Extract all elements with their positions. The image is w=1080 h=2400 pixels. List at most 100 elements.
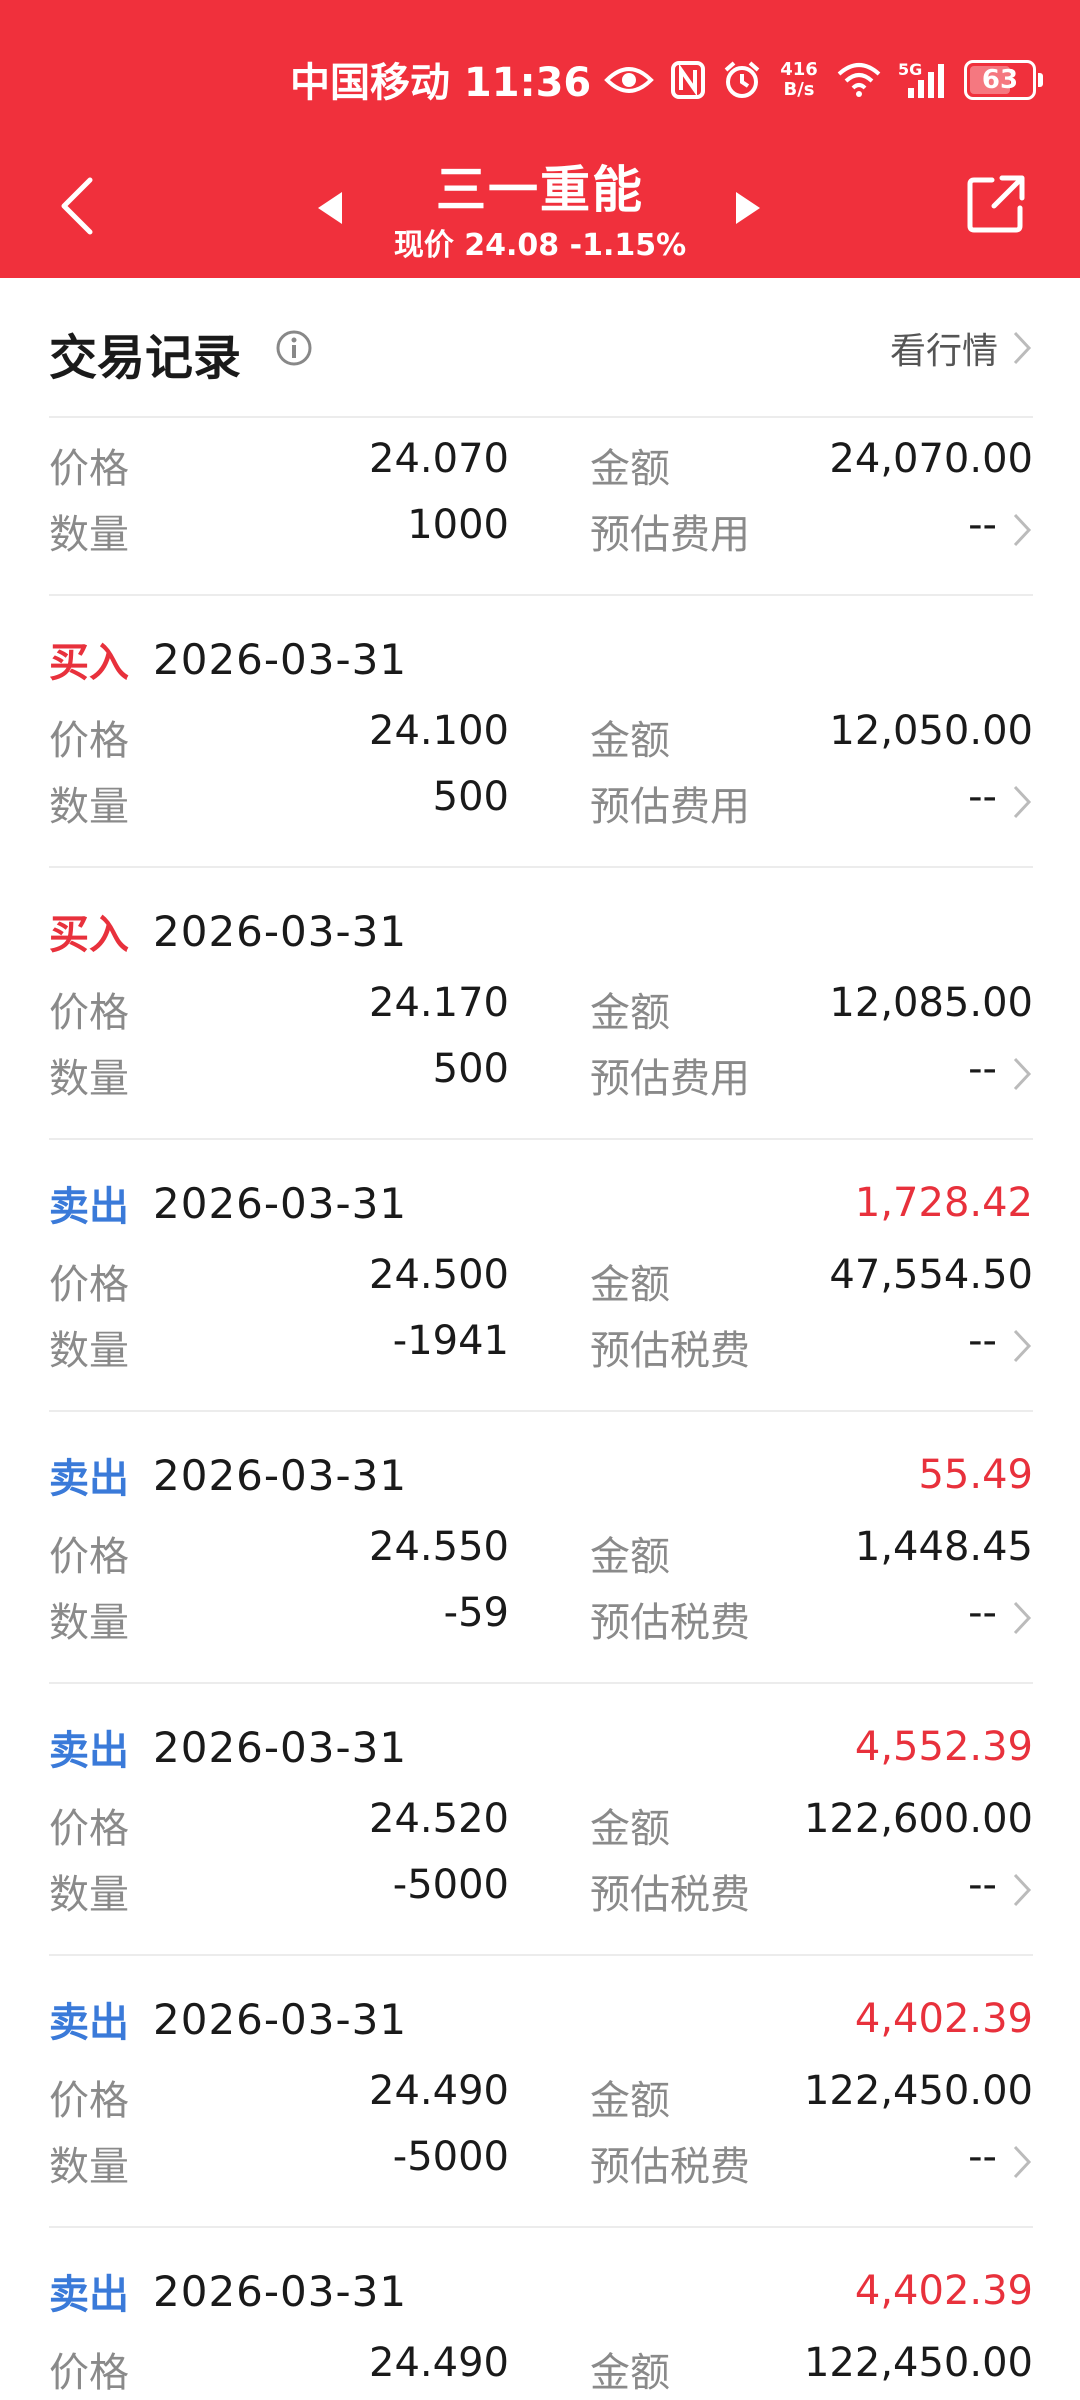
amount-value: 12,050.00 (829, 708, 1033, 754)
price-row: 价格 24.500 金额 47,554.50 (49, 1252, 1033, 1308)
nav-bar: 三一重能 现价 24.08 -1.15% (0, 150, 1080, 270)
trade-date: 2026-03-31 (153, 1722, 408, 1772)
trade-record[interactable]: 买入 2026-03-31 价格 24.170 金额 12,085.00 数量 … (49, 868, 1033, 1138)
section-title: 交易记录 (49, 330, 242, 386)
trade-side-badge: 卖出 (49, 1456, 129, 1502)
trade-date: 2026-03-31 (153, 1450, 408, 1500)
trade-record[interactable]: 卖出 2026-03-31 4,552.39 价格 24.520 金额 122,… (49, 1684, 1033, 1954)
trade-date: 2026-03-31 (153, 1178, 408, 1228)
price-label: 价格 (49, 1806, 129, 1852)
trade-side-badge: 买入 (49, 912, 129, 958)
trade-date: 2026-03-31 (153, 906, 408, 956)
fee-value: -- (968, 1046, 997, 1092)
record-header: 买入 2026-03-31 (49, 634, 1033, 687)
chevron-right-icon (1013, 1329, 1032, 1363)
profit-value: 1,728.42 (854, 1180, 1033, 1226)
price-value: 24.100 (369, 708, 509, 754)
amount-label: 金额 (590, 718, 670, 764)
alarm-icon (724, 61, 760, 98)
quantity-row: 数量 -5000 预估税费 -- (49, 2134, 1033, 2190)
price-value: 24.170 (369, 980, 509, 1026)
quantity-row: 数量 500 预估费用 -- (49, 1046, 1033, 1102)
price-value: 24.490 (369, 2340, 509, 2386)
quantity-value: -1941 (392, 1318, 509, 1364)
price-label: 价格 (49, 446, 129, 492)
chevron-right-icon (1013, 2145, 1032, 2179)
battery-level: 63 (981, 65, 1019, 95)
net-speed-value: 416 (780, 59, 818, 80)
fee-value: -- (968, 774, 997, 820)
record-header: 卖出 2026-03-31 4,552.39 (49, 1722, 1033, 1775)
price-row: 价格 24.170 金额 12,085.00 (49, 980, 1033, 1036)
price-row: 价格 24.550 金额 1,448.45 (49, 1524, 1033, 1580)
quantity-value: 1000 (407, 502, 509, 548)
quantity-label: 数量 (49, 1056, 129, 1102)
nfc-icon (671, 61, 705, 99)
price-row: 价格 24.490 金额 122,450.00 (49, 2068, 1033, 2124)
quantity-value: 500 (432, 1046, 509, 1092)
price-value: 24.070 (369, 436, 509, 482)
trade-record[interactable]: 价格 24.070 金额 24,070.00 数量 1000 预估费用 -- (49, 418, 1033, 594)
fee-label: 预估税费 (590, 1328, 750, 1374)
quantity-row: 数量 -1941 预估税费 -- (49, 1318, 1033, 1374)
price-label: 价格 (49, 2078, 129, 2124)
chevron-right-icon (1013, 1057, 1032, 1091)
amount-label: 金额 (590, 1262, 670, 1308)
price-value: 24.500 (369, 1252, 509, 1298)
price-value: 24.490 (369, 2068, 509, 2114)
quantity-row: 数量 -59 预估税费 -- (49, 1590, 1033, 1646)
app-header: 中国移动 11:36 416 B/s 5G 63 三一重能 现价 24.08 -… (0, 0, 1080, 278)
amount-value: 12,085.00 (829, 980, 1033, 1026)
price-row: 价格 24.100 金额 12,050.00 (49, 708, 1033, 764)
info-icon[interactable] (274, 328, 314, 368)
amount-label: 金额 (590, 1806, 670, 1852)
wifi-icon (837, 63, 881, 97)
price-row: 价格 24.490 金额 122,450.00 (49, 2340, 1033, 2396)
quantity-label: 数量 (49, 1328, 129, 1374)
fee-label: 预估费用 (590, 1056, 750, 1102)
quantity-label: 数量 (49, 1872, 129, 1918)
fee-label: 预估税费 (590, 1600, 750, 1646)
quantity-label: 数量 (49, 1600, 129, 1646)
price-label: 价格 (49, 2350, 129, 2396)
amount-value: 122,450.00 (803, 2068, 1033, 2114)
profit-value: 4,402.39 (854, 2268, 1033, 2314)
amount-label: 金额 (590, 2078, 670, 2124)
trade-side-badge: 卖出 (49, 2000, 129, 2046)
trade-side-badge: 卖出 (49, 1184, 129, 1230)
trade-record[interactable]: 卖出 2026-03-31 4,402.39 价格 24.490 金额 122,… (49, 1956, 1033, 2226)
quantity-value: -59 (443, 1590, 509, 1636)
price-label: 价格 (49, 1534, 129, 1580)
amount-value: 24,070.00 (829, 436, 1033, 482)
trade-record[interactable]: 卖出 2026-03-31 55.49 价格 24.550 金额 1,448.4… (49, 1412, 1033, 1682)
battery-cap (1038, 73, 1043, 87)
quantity-label: 数量 (49, 512, 129, 558)
section-header: 交易记录 看行情 (0, 278, 1080, 418)
chevron-right-icon (1013, 785, 1032, 819)
view-market-link[interactable]: 看行情 (890, 322, 1032, 374)
profit-value: 4,402.39 (854, 1996, 1033, 2042)
price-label: 价格 (49, 1262, 129, 1308)
status-bar: 中国移动 11:36 416 B/s 5G 63 (0, 40, 1080, 120)
status-icons: 416 B/s 5G 63 (604, 56, 1043, 104)
quantity-label: 数量 (49, 784, 129, 830)
trade-record[interactable]: 卖出 2026-03-31 1,728.42 价格 24.500 金额 47,5… (49, 1140, 1033, 1410)
trade-record[interactable]: 卖出 2026-03-31 4,402.39 价格 24.490 金额 122,… (49, 2228, 1033, 2397)
next-stock-icon[interactable] (730, 188, 766, 228)
view-market-label: 看行情 (889, 331, 998, 372)
trade-record[interactable]: 买入 2026-03-31 价格 24.100 金额 12,050.00 数量 … (49, 596, 1033, 866)
battery-indicator: 63 (964, 60, 1036, 100)
share-icon[interactable] (964, 172, 1028, 236)
chevron-right-icon (1013, 1873, 1032, 1907)
back-icon[interactable] (50, 172, 110, 240)
quantity-row: 数量 -5000 预估税费 -- (49, 1862, 1033, 1918)
record-header: 买入 2026-03-31 (49, 906, 1033, 959)
record-header: 卖出 2026-03-31 55.49 (49, 1450, 1033, 1503)
fee-label: 预估费用 (590, 784, 750, 830)
fee-value: -- (968, 502, 997, 548)
stock-name: 三一重能 (436, 161, 644, 219)
trade-record-list: 价格 24.070 金额 24,070.00 数量 1000 预估费用 -- 买… (49, 416, 1033, 2397)
signal-icon (908, 64, 944, 98)
trade-side-badge: 卖出 (49, 2272, 129, 2318)
price-row: 价格 24.520 金额 122,600.00 (49, 1796, 1033, 1852)
